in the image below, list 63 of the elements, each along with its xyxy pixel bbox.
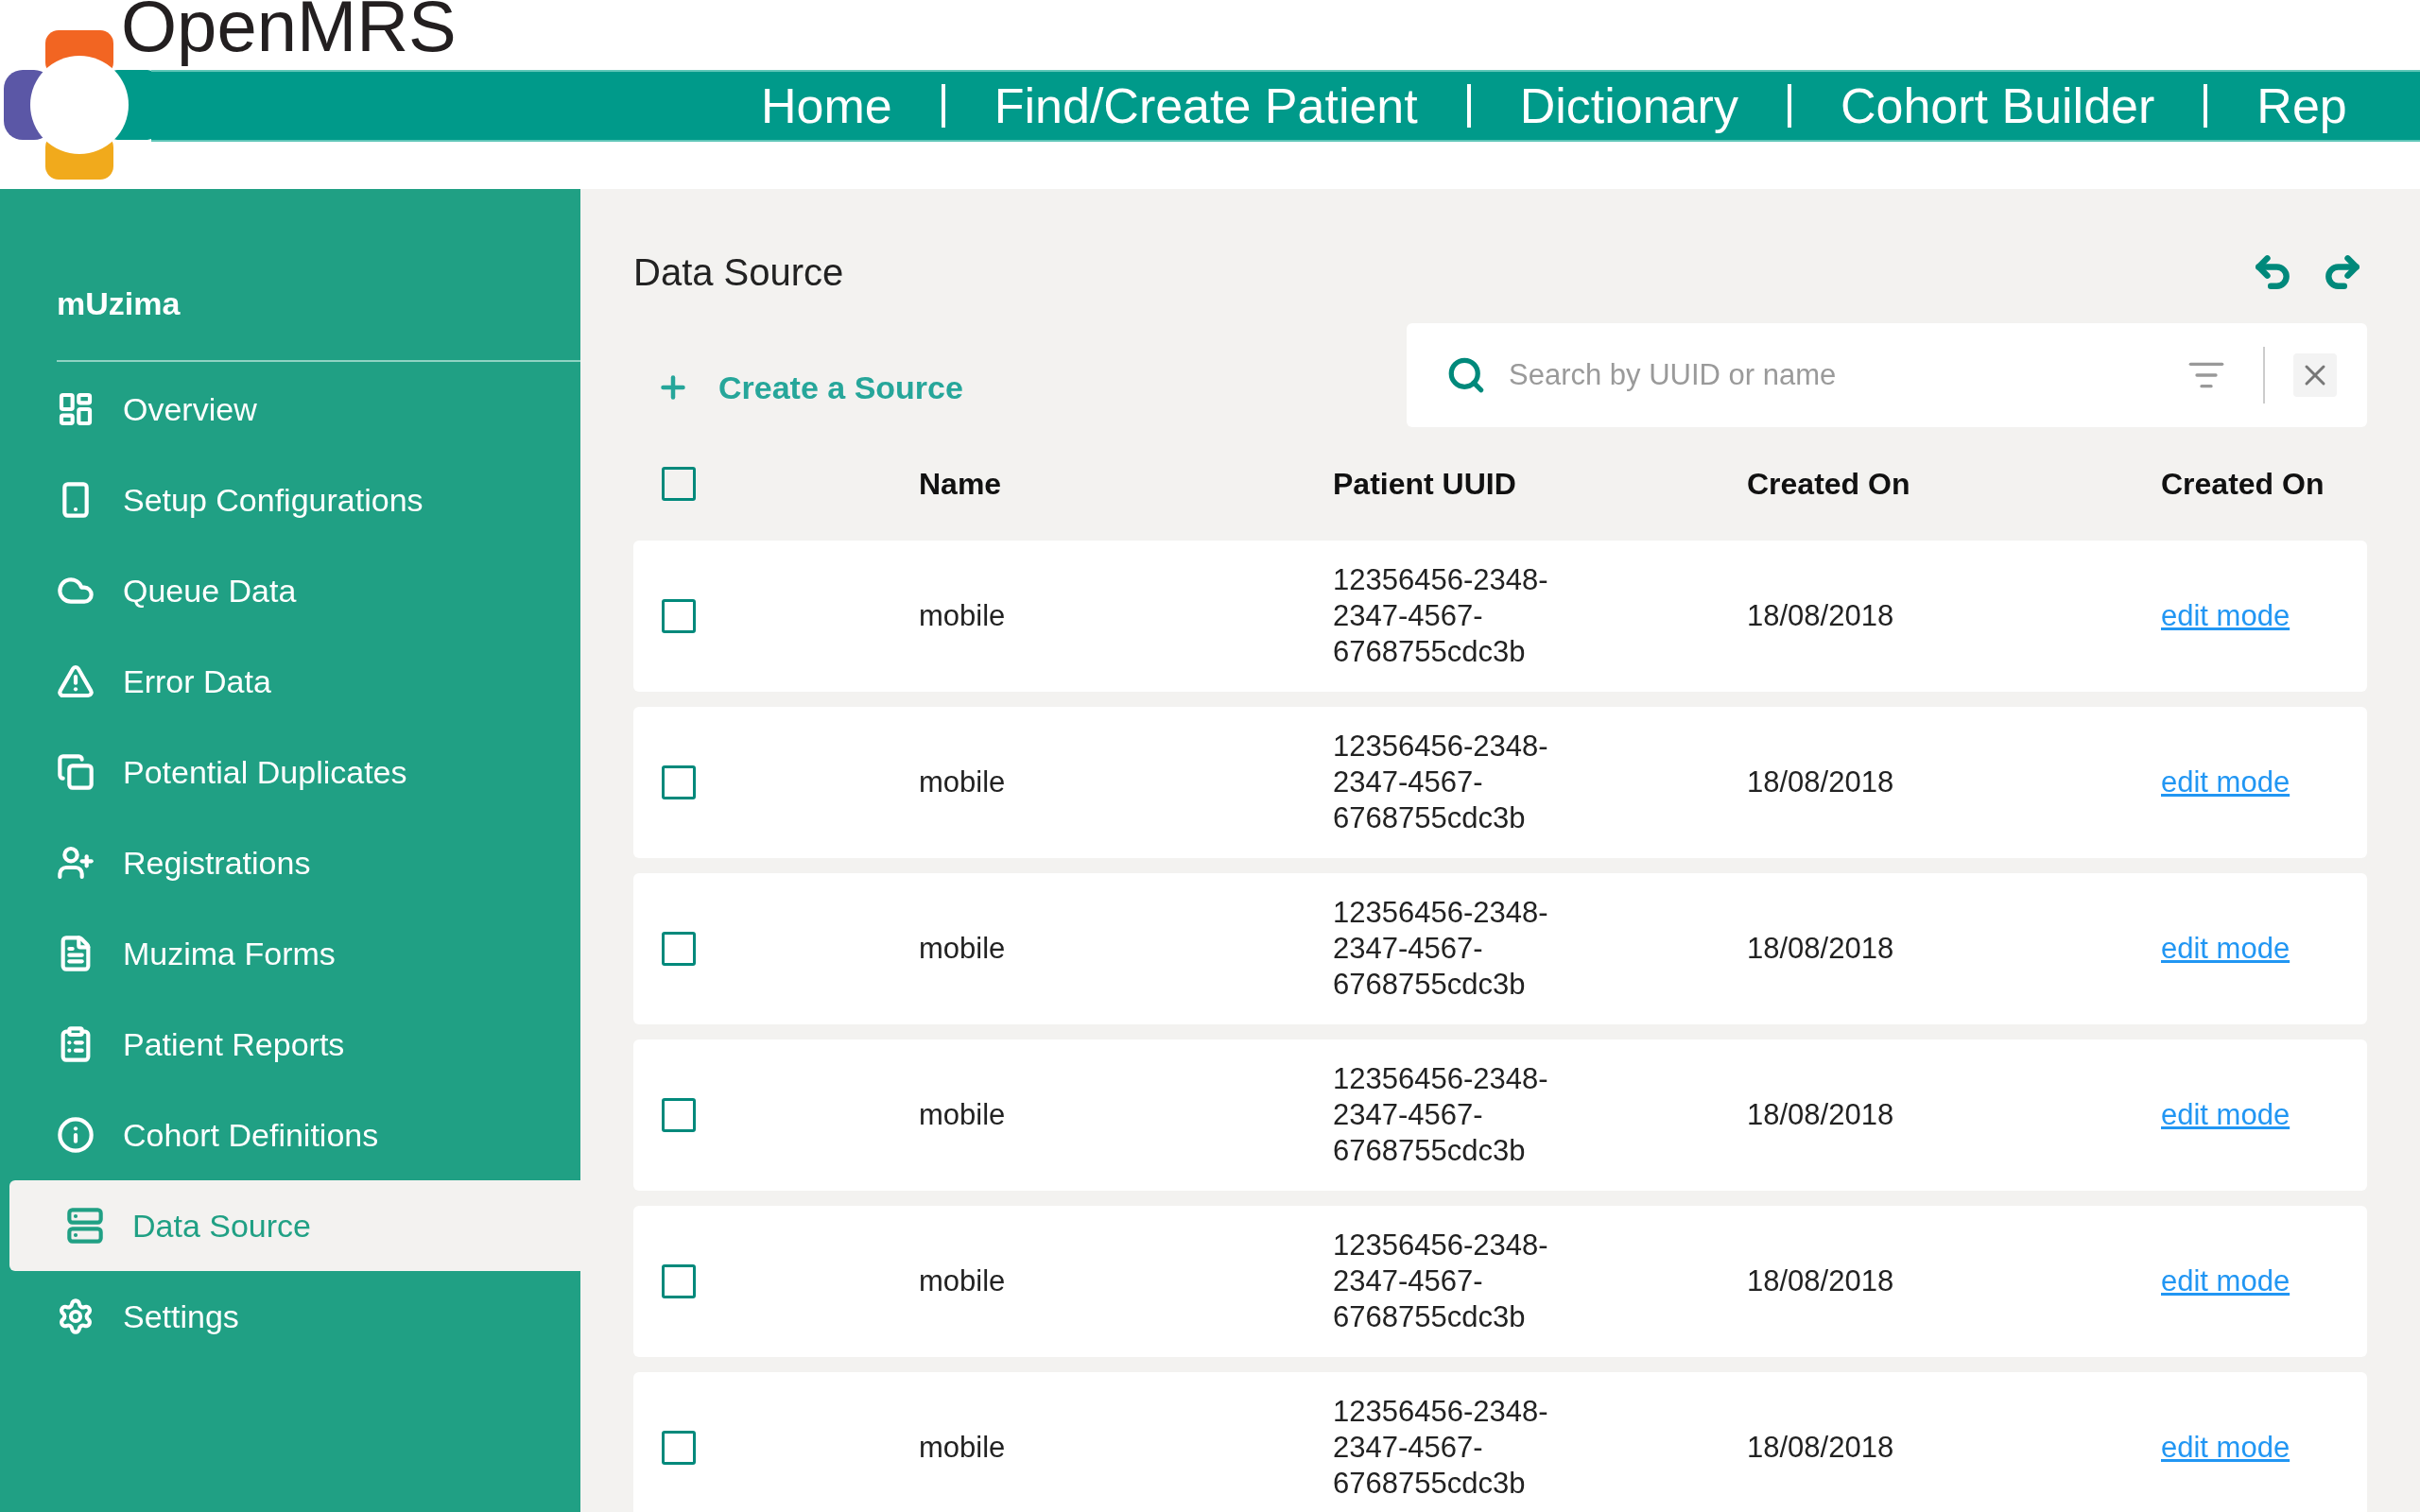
- add-person-icon: [57, 844, 95, 882]
- nav-link[interactable]: Cohort Builder: [1840, 81, 2155, 130]
- checkbox[interactable]: [662, 932, 696, 966]
- checkbox[interactable]: [662, 1264, 696, 1298]
- sidebar-item[interactable]: Overview: [0, 364, 580, 455]
- table-cell-text: 18/08/2018: [1747, 1263, 1895, 1299]
- table-cell-text: 18/08/2018: [1747, 764, 1895, 800]
- nav-link[interactable]: Home: [761, 81, 892, 130]
- clear-button[interactable]: [2293, 353, 2337, 397]
- server-icon: [66, 1207, 104, 1245]
- table-cell-text: mobile: [919, 930, 1007, 967]
- checkbox[interactable]: [662, 599, 696, 633]
- table-cell-text: 18/08/2018: [1747, 1096, 1895, 1133]
- dashboard-icon: [57, 390, 95, 428]
- table-cell-text: mobile: [919, 597, 1007, 634]
- sidebar-item[interactable]: Registrations: [0, 817, 580, 908]
- search-field[interactable]: Search by UUID or name: [1509, 352, 2187, 398]
- nav-link[interactable]: Find/Create Patient: [994, 81, 1418, 130]
- warning-icon: [57, 662, 95, 700]
- info-icon: [57, 1116, 95, 1154]
- checkbox[interactable]: [662, 1098, 696, 1132]
- sidebar-item[interactable]: Potential Duplicates: [0, 727, 580, 817]
- edit-link[interactable]: edit mode: [2161, 926, 2290, 971]
- table-cell-text: 12356456-2348-2347-4567-6768755cdc3b: [1333, 1394, 1549, 1502]
- table-cell-text: 18/08/2018: [1747, 930, 1895, 967]
- table-cell-text: mobile: [919, 764, 1007, 800]
- column-header: Created On: [2161, 466, 2325, 503]
- settings-icon: [57, 1297, 95, 1335]
- edit-link[interactable]: edit mode: [2161, 1092, 2290, 1138]
- table-cell-text: mobile: [919, 1096, 1007, 1133]
- sidebar-item[interactable]: Data Source: [9, 1180, 580, 1271]
- search-bar[interactable]: Search by UUID or name: [1407, 323, 2367, 427]
- edit-link[interactable]: edit mode: [2161, 760, 2290, 805]
- table-cell-text: 12356456-2348-2347-4567-6768755cdc3b: [1333, 895, 1549, 1003]
- column-header: Name: [919, 466, 1003, 503]
- table-cell-text: mobile: [919, 1429, 1007, 1466]
- sidebar-item[interactable]: Cohort Definitions: [0, 1090, 580, 1180]
- sidebar-title: mUzima: [57, 280, 580, 362]
- table-cell-text: mobile: [919, 1263, 1007, 1299]
- sidebar-item[interactable]: Setup Configurations: [0, 455, 580, 545]
- edit-link[interactable]: edit mode: [2161, 1425, 2290, 1470]
- table-cell-text: 18/08/2018: [1747, 597, 1895, 634]
- checkbox[interactable]: [662, 467, 696, 501]
- sidebar-item[interactable]: Settings: [0, 1271, 580, 1362]
- sidebar-item[interactable]: Muzima Forms: [0, 908, 580, 999]
- column-header: Patient UUID: [1333, 466, 1517, 503]
- sidebar-item[interactable]: Error Data: [0, 636, 580, 727]
- create-source-button[interactable]: Create a Source: [656, 363, 963, 412]
- column-header: Created On: [1747, 466, 1911, 503]
- table-cell-text: 18/08/2018: [1747, 1429, 1895, 1466]
- sidebar-item[interactable]: Queue Data: [0, 545, 580, 636]
- table-cell-text: 12356456-2348-2347-4567-6768755cdc3b: [1333, 1228, 1549, 1335]
- edit-link[interactable]: edit mode: [2161, 1259, 2290, 1304]
- search-icon: [1446, 355, 1486, 395]
- checkbox[interactable]: [662, 765, 696, 799]
- table-cell-text: 12356456-2348-2347-4567-6768755cdc3b: [1333, 562, 1549, 670]
- sidebar-item[interactable]: Patient Reports: [0, 999, 580, 1090]
- page-title: Data Source: [633, 250, 844, 295]
- edit-link[interactable]: edit mode: [2161, 593, 2290, 639]
- table-cell-text: 12356456-2348-2347-4567-6768755cdc3b: [1333, 1061, 1549, 1169]
- copy-icon: [57, 753, 95, 791]
- checkbox[interactable]: [662, 1431, 696, 1465]
- table-cell-text: 12356456-2348-2347-4567-6768755cdc3b: [1333, 729, 1549, 836]
